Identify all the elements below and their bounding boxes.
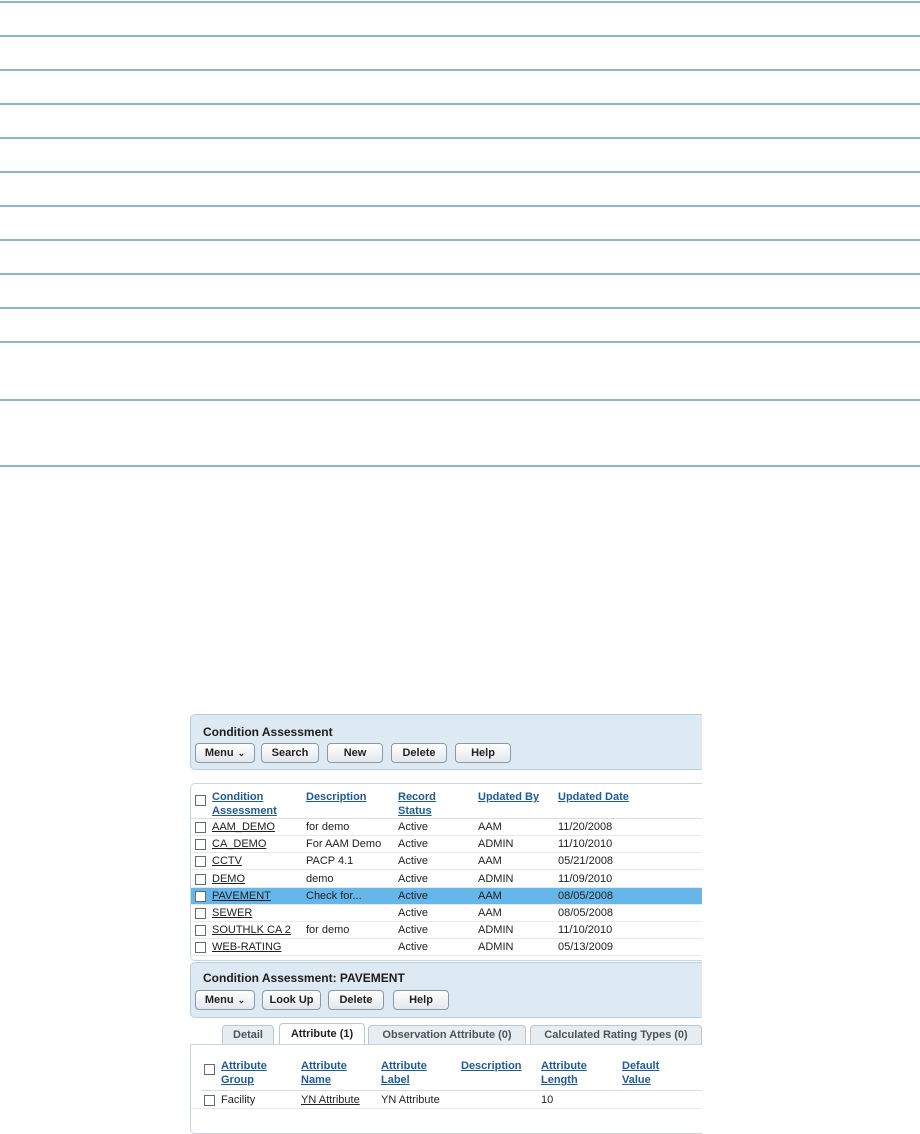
cell-description: for demo [306, 924, 350, 937]
cell-condition-assessment[interactable]: PAVEMENT [212, 890, 271, 902]
col-updated-by[interactable]: Updated By [478, 790, 539, 804]
detail-delete-button[interactable]: Delete [328, 990, 384, 1010]
condition-assessment-app: Condition Assessment Menu ⌄ Search New D… [190, 714, 702, 1134]
select-all-checkbox[interactable] [195, 795, 206, 806]
col-record-status[interactable]: Record Status [398, 790, 436, 818]
cell-attribute-length: 10 [541, 1094, 554, 1106]
cell-updated-by: ADMIN [478, 924, 514, 937]
attribute-row[interactable]: Facility YN Attribute YN Attribute 10 [191, 1092, 702, 1109]
table-row[interactable]: AAM_DEMO for demo Active AAM 11/20/2008 [191, 819, 702, 836]
row-checkbox[interactable] [195, 856, 206, 868]
cell-record-status: Active [398, 872, 428, 885]
row-checkbox[interactable] [195, 839, 206, 851]
cell-updated-date: 11/10/2010 [558, 924, 613, 937]
table-row[interactable]: SOUTHLK CA 2 for demo Active ADMIN 11/10/201… [191, 922, 702, 940]
cell-description: demo [306, 872, 334, 885]
cell-record-status: Active [398, 838, 428, 851]
new-button[interactable]: New [327, 743, 383, 763]
col-attribute-description[interactable]: Description [461, 1059, 522, 1073]
row-checkbox[interactable] [195, 873, 206, 885]
col-updated-date[interactable]: Updated Date [558, 790, 629, 804]
row-checkbox[interactable] [195, 925, 206, 937]
detail-title: Condition Assessment: PAVEMENT [203, 971, 405, 985]
cell-record-status: Active [398, 924, 428, 937]
double-chevron-down-icon: ⌄ [237, 994, 246, 1005]
cell-updated-by: AAM [478, 907, 502, 919]
cell-description: For AAM Demo [306, 838, 382, 851]
cell-updated-date: 11/10/2010 [558, 838, 613, 851]
condition-assessment-toolbar-panel: Condition Assessment Menu ⌄ Search New D… [190, 714, 702, 770]
table-row[interactable]: DEMO demo Active ADMIN 11/09/2010 [191, 871, 702, 888]
menu-button[interactable]: Menu ⌄ [195, 743, 255, 763]
cell-attribute-group: Facility [221, 1094, 256, 1106]
table-row[interactable]: CCTV PACP 4.1 Active AAM 05/21/2008 [191, 853, 702, 871]
tab-observation-attribute[interactable]: Observation Attribute (0) [368, 1025, 526, 1044]
tab-calculated-rating-types[interactable]: Calculated Rating Types (0) [530, 1025, 702, 1044]
row-checkbox[interactable] [195, 822, 206, 833]
cell-updated-by: ADMIN [478, 872, 514, 885]
menu-button-label: Menu [204, 747, 234, 759]
attribute-tab-content: Attribute Group Attribute Name Attribute La… [190, 1044, 702, 1134]
row-checkbox[interactable] [195, 908, 206, 919]
col-default-value[interactable]: Default Value [622, 1059, 659, 1087]
look-up-button[interactable]: Look Up [262, 990, 321, 1010]
cell-updated-date: 08/05/2008 [558, 907, 614, 919]
row-checkbox[interactable] [195, 942, 206, 954]
cell-updated-by: AAM [478, 889, 502, 902]
cell-updated-by: AAM [478, 855, 502, 868]
cell-description: PACP 4.1 [306, 855, 354, 868]
cell-attribute-name[interactable]: YN Attribute [301, 1094, 360, 1106]
col-condition-assessment[interactable]: Condition Assessment [212, 790, 277, 818]
cell-condition-assessment[interactable]: SEWER [212, 907, 252, 919]
cell-record-status: Active [398, 941, 428, 954]
cell-condition-assessment[interactable]: CCTV [212, 855, 242, 867]
cell-updated-date: 11/20/2008 [558, 821, 613, 833]
attribute-select-all-checkbox[interactable] [204, 1064, 215, 1075]
cell-attribute-label: YN Attribute [381, 1094, 440, 1106]
cell-description: for demo [306, 821, 350, 833]
attribute-header-divider [201, 1090, 702, 1091]
col-attribute-name[interactable]: Attribute Name [301, 1059, 347, 1087]
detail-menu-button-label: Menu [204, 994, 234, 1006]
cell-updated-date: 05/13/2009 [558, 941, 614, 954]
cell-record-status: Active [398, 821, 428, 833]
cell-updated-date: 05/21/2008 [558, 855, 614, 868]
table-row[interactable]: SEWER Active AAM 08/05/2008 [191, 905, 702, 922]
cell-updated-by: ADMIN [478, 941, 514, 954]
col-attribute-group[interactable]: Attribute Group [221, 1059, 267, 1087]
help-button[interactable]: Help [455, 743, 511, 763]
col-attribute-length[interactable]: Attribute Length [541, 1059, 587, 1087]
panel-title: Condition Assessment [203, 725, 333, 739]
cell-condition-assessment[interactable]: WEB-RATING [212, 941, 281, 953]
row-checkbox[interactable] [195, 890, 206, 902]
cell-updated-by: ADMIN [478, 838, 514, 851]
table-row[interactable]: WEB-RATING Active ADMIN 05/13/2009 [191, 939, 702, 957]
condition-assessment-list: Condition Assessment Description Record St… [190, 783, 702, 961]
delete-button[interactable]: Delete [391, 743, 447, 763]
tab-detail[interactable]: Detail [222, 1025, 274, 1044]
detail-menu-button[interactable]: Menu ⌄ [195, 990, 255, 1010]
row-checkbox[interactable] [204, 1095, 215, 1106]
condition-assessment-detail-panel: Condition Assessment: PAVEMENT Menu ⌄ Lo… [190, 962, 702, 1018]
table-row[interactable]: PAVEMENT Check for... Active AAM 08/05/2008 [191, 887, 702, 905]
cell-condition-assessment[interactable]: DEMO [212, 873, 245, 885]
search-button[interactable]: Search [261, 743, 319, 763]
cell-updated-date: 08/05/2008 [558, 889, 614, 902]
cell-condition-assessment[interactable]: AAM_DEMO [212, 821, 275, 833]
cell-record-status: Active [398, 855, 428, 868]
cell-record-status: Active [398, 907, 428, 919]
table-row[interactable]: CA_DEMO For AAM Demo Active ADMIN 11/10/2010 [191, 836, 702, 854]
cell-condition-assessment[interactable]: CA_DEMO [212, 838, 266, 850]
col-attribute-label[interactable]: Attribute Label [381, 1059, 427, 1087]
tab-attribute[interactable]: Attribute (1) [279, 1023, 365, 1044]
cell-record-status: Active [398, 889, 428, 902]
detail-help-button[interactable]: Help [393, 990, 449, 1010]
cell-updated-date: 11/09/2010 [558, 872, 613, 885]
cell-description: Check for... [306, 889, 362, 902]
cell-updated-by: AAM [478, 821, 502, 833]
col-description[interactable]: Description [306, 790, 367, 804]
cell-condition-assessment[interactable]: SOUTHLK CA 2 [212, 924, 291, 936]
double-chevron-down-icon: ⌄ [237, 747, 246, 758]
